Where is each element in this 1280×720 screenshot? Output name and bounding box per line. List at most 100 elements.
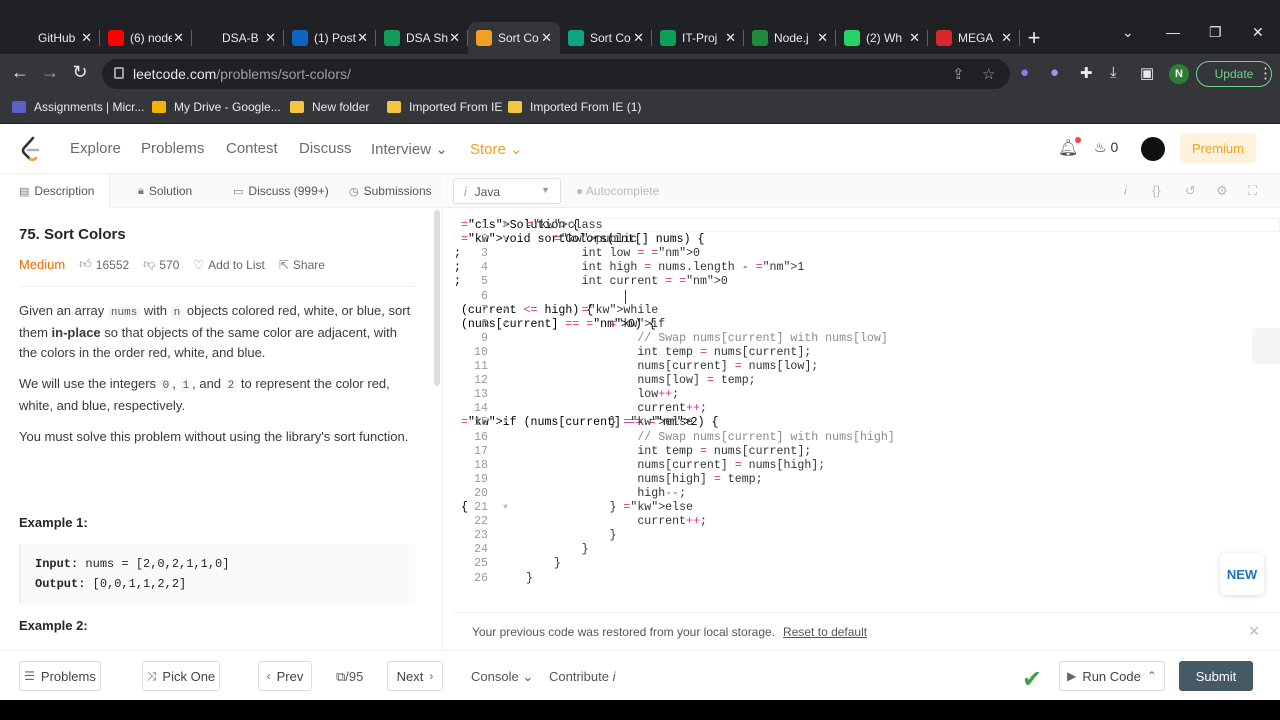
tab-search-icon[interactable]: ⌄ (1122, 24, 1134, 41)
nav-discuss[interactable]: Discuss (299, 140, 352, 157)
browser-tab[interactable]: DSA Sh ✕ (376, 22, 468, 54)
streak-counter[interactable]: ♨ 0 (1094, 139, 1118, 156)
browser-tab[interactable]: (2) Wh ✕ (836, 22, 928, 54)
fold-arrow-icon[interactable]: ▼ (503, 304, 508, 318)
code-line[interactable]: 2 ▼ ="kw">public ="kw">void sortColors(in… (454, 233, 705, 247)
browser-tab[interactable]: (6) node ✕ (100, 22, 192, 54)
fold-arrow-icon[interactable]: ▼ (503, 219, 508, 233)
bookmark-star-icon[interactable]: ☆ (982, 65, 995, 83)
bookmark-item[interactable]: My Drive - Google... (152, 100, 281, 114)
forward-icon[interactable]: → (38, 62, 62, 83)
extension-icon[interactable]: ● (1050, 64, 1059, 81)
run-code-button[interactable]: ▶ Run Code ⌃ (1059, 661, 1165, 691)
close-tab-icon[interactable]: ✕ (817, 30, 828, 46)
minimize-icon[interactable]: — (1166, 24, 1180, 40)
browser-tab[interactable]: DSA-B ✕ (192, 22, 284, 54)
close-tab-icon[interactable]: ✕ (909, 30, 920, 46)
fold-arrow-icon[interactable]: ▼ (503, 233, 508, 247)
code-line[interactable]: 15 ▼ } ="kw">else ="kw">if (nums[current]… (454, 416, 718, 430)
fold-arrow-icon[interactable]: ▼ (503, 501, 508, 515)
autocomplete-toggle[interactable]: ● Autocomplete (576, 184, 659, 198)
close-tab-icon[interactable]: ✕ (173, 30, 184, 46)
premium-button[interactable]: Premium (1180, 133, 1256, 163)
back-icon[interactable]: ← (8, 62, 32, 83)
nav-problems[interactable]: Problems (141, 140, 204, 157)
browser-tab[interactable]: IT-Proj ✕ (652, 22, 744, 54)
browser-tab[interactable]: GitHub ✕ (8, 22, 100, 54)
close-tab-icon[interactable]: ✕ (541, 30, 552, 46)
browser-tab[interactable]: MEGA ✕ (928, 22, 1020, 54)
leetcode-logo-icon[interactable] (20, 136, 42, 162)
bookmark-item[interactable]: Assignments | Micr... (12, 100, 144, 114)
console-toggle[interactable]: Console ⌄ (471, 669, 533, 685)
code-line[interactable]: 4 int high = nums.length - ="nm">1; (454, 261, 804, 275)
fold-arrow-icon[interactable]: ▼ (503, 416, 508, 430)
problems-button[interactable]: ☰ Problems (19, 661, 101, 691)
nav-contest[interactable]: Contest (226, 140, 278, 157)
profile-avatar[interactable]: N (1169, 64, 1189, 84)
next-button[interactable]: Next › (387, 661, 443, 691)
download-icon[interactable]: ⤓ (1110, 64, 1117, 81)
tab-submissions[interactable]: ◷ Submissions (349, 184, 432, 198)
bookmark-item[interactable]: New folder (290, 100, 369, 114)
info-icon[interactable]: i (1124, 183, 1127, 198)
side-panel-icon[interactable]: ▣ (1140, 64, 1154, 82)
nav-explore[interactable]: Explore (70, 140, 121, 157)
browser-tab[interactable]: Sort Co ✕ (468, 22, 560, 54)
side-panel-tab[interactable] (1252, 328, 1280, 364)
browser-tab[interactable]: Node.j ✕ (744, 22, 836, 54)
fullscreen-icon[interactable]: ⛶ (1248, 183, 1257, 199)
add-to-list-link[interactable]: Add to List (208, 258, 265, 272)
reload-icon[interactable]: ↻ (68, 62, 92, 83)
nav-store[interactable]: Store ⌄ (470, 140, 523, 158)
url-text[interactable]: leetcode.com/problems/sort-colors/ (133, 66, 351, 82)
user-avatar[interactable] (1141, 137, 1165, 161)
tab-solution[interactable]: 🔒︎ Solution (138, 184, 192, 198)
problem-page-indicator[interactable]: ⧉/95 (336, 669, 363, 685)
bookmark-item[interactable]: Imported From IE (387, 100, 502, 114)
nav-interview[interactable]: Interview ⌄ (371, 140, 448, 158)
settings-icon[interactable]: ⚙ (1216, 183, 1228, 199)
bookmark-item[interactable]: Imported From IE (1) (508, 100, 641, 114)
close-tab-icon[interactable]: ✕ (725, 30, 736, 46)
share-icon[interactable]: ⇪ (952, 65, 965, 83)
notification-bell-icon[interactable]: 🔔︎ (1058, 137, 1082, 158)
thumbs-up-icon[interactable]: 👍︎ (79, 257, 92, 272)
reset-to-default-link[interactable]: Reset to default (783, 625, 867, 639)
submit-button[interactable]: Submit (1179, 661, 1253, 691)
close-tab-icon[interactable]: ✕ (357, 30, 368, 46)
braces-icon[interactable]: {} (1152, 183, 1161, 198)
browser-tab[interactable]: Sort Co ✕ (560, 22, 652, 54)
code-line[interactable]: 8 ▼ ="kw">if (nums[current] == ="nm">0) { (454, 318, 665, 332)
pick-one-button[interactable]: ⤨ Pick One (142, 661, 220, 691)
close-window-icon[interactable]: ✕ (1252, 24, 1264, 41)
close-tab-icon[interactable]: ✕ (449, 30, 460, 46)
extensions-puzzle-icon[interactable]: ✚ (1080, 64, 1093, 82)
code-line[interactable]: 21 ▼ } ="kw">else { (454, 501, 693, 515)
close-tab-icon[interactable]: ✕ (633, 30, 644, 46)
menu-icon[interactable]: ⋮ (1258, 64, 1273, 82)
extension-icon[interactable]: ● (1020, 64, 1029, 81)
close-icon[interactable]: ✕ (1248, 623, 1260, 640)
tab-description[interactable]: ▤ Description (19, 184, 94, 198)
new-feature-badge[interactable]: NEW (1220, 553, 1264, 595)
reset-icon[interactable]: ↺ (1185, 183, 1196, 199)
language-select[interactable]: i Java ▼ (453, 178, 561, 204)
scrollbar[interactable] (434, 210, 440, 386)
code-line[interactable]: 5 int current = ="nm">0; (454, 275, 728, 289)
prev-button[interactable]: ‹ Prev (258, 661, 312, 691)
browser-tab[interactable]: (1) Post ✕ (284, 22, 376, 54)
address-bar[interactable]: leetcode.com/problems/sort-colors/ ⇪ ☆ (102, 59, 1010, 89)
close-tab-icon[interactable]: ✕ (81, 30, 92, 46)
share-link[interactable]: Share (293, 258, 325, 272)
restore-window-icon[interactable]: ❐ (1209, 24, 1222, 41)
thumbs-down-icon[interactable]: 👎︎ (143, 257, 155, 272)
code-editor[interactable]: 1 ▼ ="kw">class ="cls">Solution {2 ▼ ="kw">… (454, 210, 1280, 610)
code-line[interactable]: 7 ▼ ="kw">while (current <= high) { (454, 304, 658, 318)
code-line[interactable]: 3 int low = ="nm">0; (454, 247, 700, 261)
close-tab-icon[interactable]: ✕ (1001, 30, 1012, 46)
new-tab-button[interactable]: + (1020, 22, 1048, 54)
contribute-link[interactable]: Contribute i (549, 669, 616, 684)
close-tab-icon[interactable]: ✕ (265, 30, 276, 46)
fold-arrow-icon[interactable]: ▼ (503, 318, 508, 332)
